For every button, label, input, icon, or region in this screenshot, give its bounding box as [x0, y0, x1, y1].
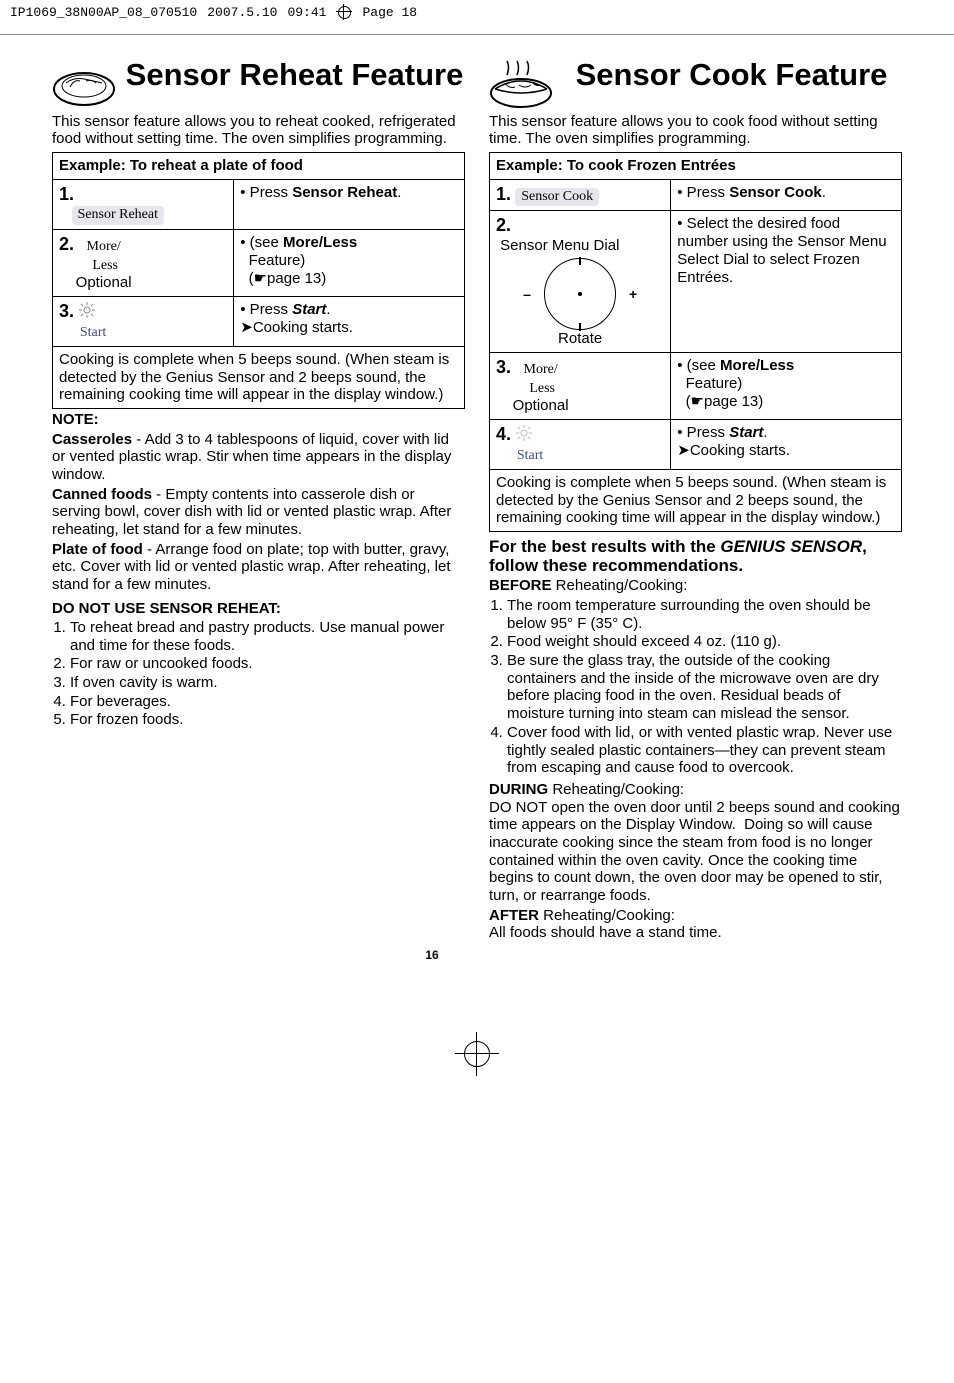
header-strip: IP1069_38N00AP_08_070510 2007.5.10 09:41… [0, 2, 954, 35]
cook-complete-note: Cooking is complete when 5 beeps sound. … [489, 470, 902, 532]
plate-icon [52, 59, 116, 109]
before-list: The room temperature surrounding the ove… [507, 597, 902, 777]
intro-reheat: This sensor feature allows you to reheat… [52, 113, 465, 148]
start-button[interactable]: Start [80, 325, 106, 340]
list-item: Be sure the glass tray, the outside of t… [507, 652, 902, 723]
list-item: For beverages. [70, 693, 465, 711]
list-item: The room temperature surrounding the ove… [507, 597, 902, 632]
dial-label: Sensor Menu Dial [500, 237, 619, 254]
step2-desc: • (see More/Less Feature) (☛page 13) [234, 229, 465, 297]
list-item: To reheat bread and pastry products. Use… [70, 619, 465, 654]
start-button[interactable]: Start [517, 448, 543, 463]
less-button[interactable]: Less [92, 258, 118, 273]
step3-desc: • Press Start.➤Cooking starts. [234, 297, 465, 346]
step3-desc: • (see More/Less Feature) (☛page 13) [671, 352, 902, 420]
step-number: 1. [496, 184, 511, 204]
do-not-use-heading: DO NOT USE SENSOR REHEAT: [52, 600, 465, 617]
example-title: Example: To reheat a plate of food [53, 152, 465, 179]
list-item: Food weight should exceed 4 oz. (110 g). [507, 633, 902, 651]
sensor-menu-dial[interactable] [544, 258, 616, 330]
step2-desc: • Select the desired food number using t… [671, 211, 902, 353]
list-item: Cover food with lid, or with vented plas… [507, 724, 902, 777]
more-button[interactable]: More/ [524, 362, 558, 377]
intro-cook: This sensor feature allows you to cook f… [489, 113, 902, 148]
crop-mark-icon [336, 4, 352, 20]
step1-desc: • Press Sensor Cook. [671, 179, 902, 211]
start-light-icon [78, 304, 96, 321]
example-title: Example: To cook Frozen Entrées [490, 152, 902, 179]
sensor-reheat-button[interactable]: Sensor Reheat [72, 206, 164, 225]
page-label: Page 18 [362, 5, 417, 20]
job-id: IP1069_38N00AP_08_070510 [10, 5, 197, 20]
casserole-icon [489, 59, 553, 109]
list-item: If oven cavity is warm. [70, 674, 465, 692]
note-heading: NOTE: [52, 411, 99, 428]
column-sensor-cook: Sensor Cook Feature This sensor feature … [489, 59, 902, 944]
page-number: 16 [0, 948, 902, 962]
rotate-label: Rotate [558, 330, 602, 347]
minus-icon: – [523, 286, 531, 303]
do-not-list: To reheat bread and pastry products. Use… [70, 619, 465, 729]
during-section: DURING Reheating/Cooking: DO NOT open th… [489, 781, 902, 905]
best-results-heading: For the best results with the GENIUS SEN… [489, 538, 902, 575]
crop-mark-icon [455, 1032, 499, 1076]
step4-desc: • Press Start.➤Cooking starts. [671, 420, 902, 469]
example-table-reheat: Example: To reheat a plate of food 1. Se… [52, 152, 465, 347]
step-number: 2. [59, 234, 74, 254]
step-number: 1. [59, 184, 74, 204]
step-number: 3. [59, 301, 74, 321]
date: 2007.5.10 [207, 5, 277, 20]
more-button[interactable]: More/ [87, 239, 121, 254]
step1-desc: • Press Sensor Reheat. [234, 179, 465, 229]
start-light-icon [515, 427, 533, 444]
list-item: For frozen foods. [70, 711, 465, 729]
example-table-cook: Example: To cook Frozen Entrées 1. Senso… [489, 152, 902, 470]
list-item: For raw or uncooked foods. [70, 655, 465, 673]
after-section: AFTER Reheating/Cooking: All foods shoul… [489, 907, 902, 942]
sensor-cook-button[interactable]: Sensor Cook [515, 188, 599, 207]
heading-sensor-cook: Sensor Cook Feature [561, 59, 902, 92]
cook-complete-note: Cooking is complete when 5 beeps sound. … [52, 347, 465, 409]
plate-of-food-note: Plate of food - Arrange food on plate; t… [52, 541, 465, 594]
step-number: 4. [496, 424, 511, 444]
step-number: 3. [496, 357, 511, 377]
canned-foods-note: Canned foods - Empty contents into casse… [52, 486, 465, 539]
casseroles-note: Casseroles - Add 3 to 4 tablespoons of l… [52, 431, 465, 484]
optional-label: Optional [513, 397, 569, 414]
step-number: 2. [496, 215, 511, 235]
optional-label: Optional [76, 274, 132, 291]
plus-icon: + [629, 286, 637, 303]
less-button[interactable]: Less [529, 381, 555, 396]
column-sensor-reheat: Sensor Reheat Feature This sensor featur… [52, 59, 465, 944]
before-heading: BEFORE [489, 577, 552, 594]
time: 09:41 [287, 5, 326, 20]
heading-sensor-reheat: Sensor Reheat Feature [124, 59, 465, 92]
